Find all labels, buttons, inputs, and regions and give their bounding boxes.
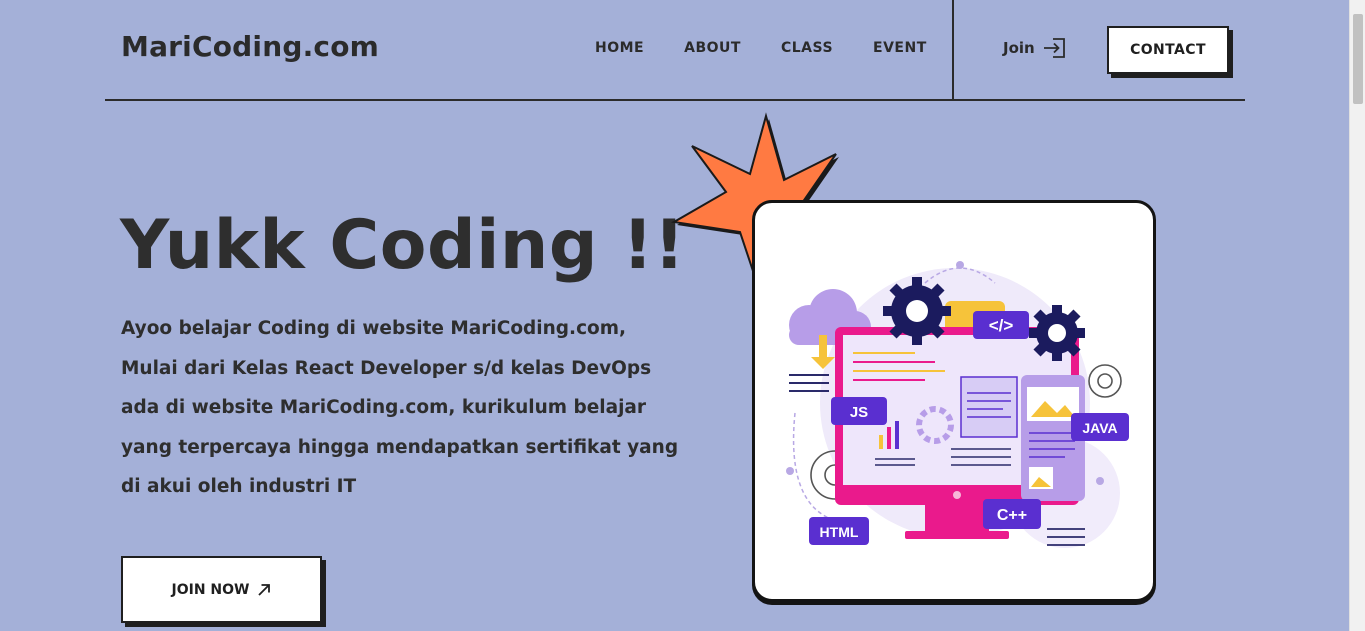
contact-button[interactable]: CONTACT [1107, 26, 1229, 74]
nav-home[interactable]: HOME [595, 40, 644, 56]
tag-code-label: </> [989, 316, 1014, 335]
header-divider [952, 0, 954, 101]
main-nav: HOME ABOUT CLASS EVENT [595, 40, 967, 56]
tag-java-label: JAVA [1082, 420, 1117, 436]
nav-class[interactable]: CLASS [781, 40, 833, 56]
hero-description: Ayoo belajar Coding di website MariCodin… [121, 318, 679, 497]
login-icon [1043, 38, 1065, 58]
site-logo[interactable]: MariCoding.com [121, 30, 379, 63]
join-now-button[interactable]: JOIN NOW [121, 556, 322, 623]
join-link[interactable]: Join [1003, 37, 1067, 59]
arrow-up-right-icon [258, 583, 271, 596]
scrollbar-thumb[interactable] [1353, 14, 1363, 104]
join-now-label: JOIN NOW [171, 581, 250, 598]
scrollbar[interactable] [1349, 0, 1365, 631]
join-label: Join [1003, 39, 1035, 57]
hero-title: Yukk Coding !! [120, 206, 686, 285]
tag-cpp-label: C++ [997, 507, 1027, 524]
coding-illustration: </> JS JAVA C++ HTML [786, 261, 1129, 548]
tag-html-label: HTML [820, 524, 859, 540]
illustration-card: </> JS JAVA C++ HTML [752, 200, 1156, 602]
tag-js-label: JS [850, 404, 868, 421]
header: MariCoding.com HOME ABOUT CLASS EVENT Jo… [105, 0, 1245, 101]
nav-about[interactable]: ABOUT [684, 40, 741, 56]
nav-event[interactable]: EVENT [873, 40, 927, 56]
